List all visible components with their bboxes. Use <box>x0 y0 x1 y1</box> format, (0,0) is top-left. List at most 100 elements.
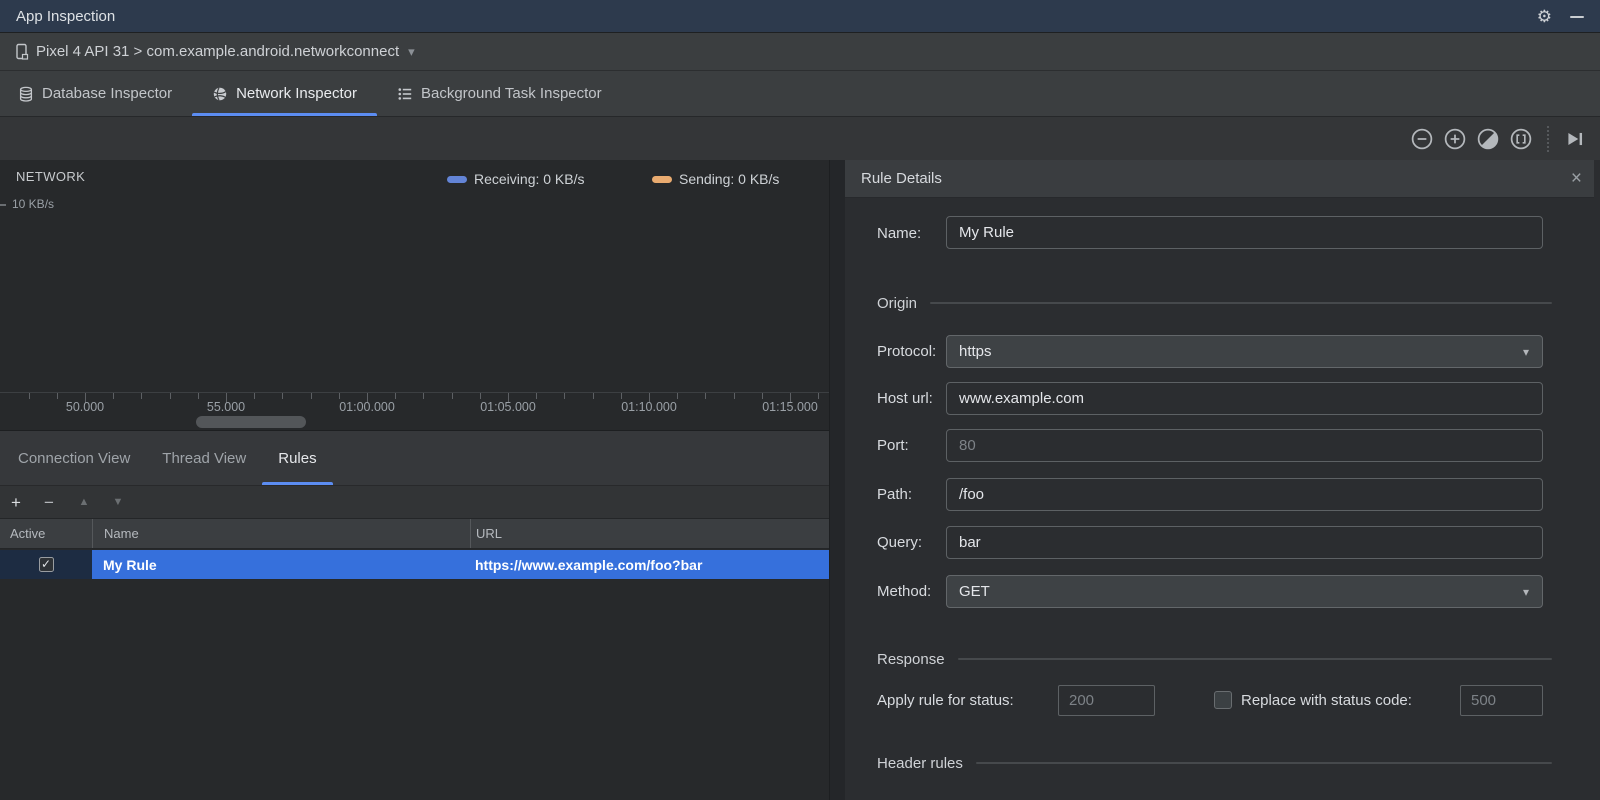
axis-tick-label: 01:10.000 <box>621 400 677 414</box>
query-label: Query: <box>877 534 923 551</box>
path-label: Path: <box>877 486 913 503</box>
axis-tick <box>592 393 594 399</box>
axis-tick <box>761 393 763 399</box>
axis-tick-label: 01:05.000 <box>480 400 536 414</box>
minimize-icon[interactable] <box>1570 15 1584 18</box>
protocol-value: https <box>959 343 992 360</box>
zoom-to-selection-icon[interactable] <box>1508 126 1534 152</box>
path-input[interactable] <box>946 478 1543 511</box>
inspector-tabs-bar: Database Inspector Network Inspector Bac… <box>0 71 1600 116</box>
rules-toolbar: + − ▲ ▼ <box>0 485 829 518</box>
check-icon: ✓ <box>40 557 52 571</box>
panel-splitter[interactable] <box>829 160 845 800</box>
name-label: Name: <box>877 225 922 242</box>
replace-status-checkbox[interactable] <box>1214 691 1232 709</box>
rule-name: My Rule <box>103 556 157 573</box>
protocol-select[interactable]: https ▾ <box>946 335 1543 368</box>
column-header-url[interactable]: URL <box>470 519 829 548</box>
rule-active-cell: ✓ <box>0 550 92 579</box>
apply-status-input[interactable] <box>1058 685 1155 716</box>
host-label: Host url: <box>877 390 933 407</box>
rule-url: https://www.example.com/foo?bar <box>475 556 703 573</box>
axis-tick <box>141 393 143 399</box>
origin-section-header: Origin <box>877 291 1552 315</box>
device-process-bar[interactable]: Pixel 4 API 31 > com.example.android.net… <box>0 33 1600 71</box>
replace-status-label: Replace with status code: <box>1241 692 1412 709</box>
header-rules-section-header: Header rules <box>877 751 1552 775</box>
axis-tick <box>395 393 397 399</box>
port-input[interactable] <box>946 429 1543 462</box>
view-tabs-bar: Connection View Thread View Rules <box>0 431 829 485</box>
axis-tick <box>423 393 425 399</box>
tab-rules[interactable]: Rules <box>262 431 333 485</box>
tab-thread-view[interactable]: Thread View <box>146 431 262 485</box>
origin-section-label: Origin <box>877 294 918 312</box>
axis-tick-label: 01:15.000 <box>762 400 818 414</box>
app-inspection-window: App Inspection ⚙ Pixel 4 API 31 > com.ex… <box>0 0 1600 800</box>
section-divider <box>975 762 1552 764</box>
time-axis: 50.000 55.000 01:00.000 01:05.000 01:10.000 0… <box>0 392 829 416</box>
tab-connection-view[interactable]: Connection View <box>2 431 146 485</box>
move-down-icon[interactable]: ▼ <box>110 496 126 508</box>
axis-tick <box>338 393 340 399</box>
tab-label: Background Task Inspector <box>420 85 602 102</box>
axis-tick <box>282 393 284 399</box>
y-axis-tick <box>0 204 6 206</box>
header-rules-section-label: Header rules <box>877 754 963 772</box>
close-icon[interactable]: × <box>1571 169 1582 188</box>
legend-label: Receiving: 0 KB/s <box>474 171 585 187</box>
section-divider <box>957 658 1552 660</box>
method-select[interactable]: GET ▾ <box>946 575 1543 608</box>
database-icon <box>19 86 33 102</box>
network-chart-panel: NETWORK Receiving: 0 KB/s Sending: 0 KB/… <box>0 160 829 800</box>
jump-to-live-icon[interactable] <box>1562 126 1588 152</box>
replace-status-input[interactable] <box>1460 685 1543 716</box>
axis-tick <box>28 393 30 399</box>
globe-icon <box>213 87 227 100</box>
rule-url-cell: https://www.example.com/foo?bar <box>470 550 829 579</box>
apply-status-label: Apply rule for status: <box>877 692 1014 709</box>
rules-section: Connection View Thread View Rules + − ▲ … <box>0 430 829 800</box>
axis-tick <box>564 393 566 399</box>
tab-label: Thread View <box>162 449 247 467</box>
method-label: Method: <box>877 583 932 600</box>
protocol-label: Protocol: <box>877 343 937 360</box>
column-header-active[interactable]: Active <box>0 519 92 548</box>
timeline-scrollbar-thumb[interactable] <box>196 416 306 428</box>
zoom-in-icon[interactable] <box>1442 126 1468 152</box>
column-header-name[interactable]: Name <box>92 519 470 548</box>
axis-tick <box>677 393 679 399</box>
window-title: App Inspection <box>16 7 116 25</box>
name-input[interactable] <box>946 216 1543 249</box>
axis-tick <box>254 393 256 399</box>
chart-title: NETWORK <box>16 169 86 184</box>
query-input[interactable] <box>946 526 1543 559</box>
response-section-header: Response <box>877 647 1552 671</box>
tab-database-inspector[interactable]: Database Inspector <box>0 71 192 116</box>
legend-sending: Sending: 0 KB/s <box>652 170 779 188</box>
remove-rule-icon[interactable]: − <box>41 494 57 511</box>
zoom-out-icon[interactable] <box>1409 126 1435 152</box>
axis-tick-label: 50.000 <box>65 400 105 414</box>
legend-label: Sending: 0 KB/s <box>679 171 780 187</box>
add-rule-icon[interactable]: + <box>8 494 24 511</box>
axis-tick <box>197 393 199 399</box>
axis-tick <box>169 393 171 399</box>
axis-tick <box>451 393 453 399</box>
move-up-icon[interactable]: ▲ <box>76 496 92 508</box>
task-list-icon <box>398 87 412 100</box>
table-row[interactable]: ✓ My Rule https://www.example.com/foo?ba… <box>0 550 829 579</box>
panel-title: Rule Details <box>861 170 942 187</box>
rule-active-checkbox[interactable]: ✓ <box>38 557 54 572</box>
rule-details-panel: Rule Details × Name: Origin Protocol: ht… <box>845 160 1594 800</box>
tab-label: Rules <box>278 449 317 467</box>
tab-network-inspector[interactable]: Network Inspector <box>192 71 377 116</box>
settings-gear-icon[interactable]: ⚙ <box>1537 8 1552 25</box>
timeline-toolbar <box>0 116 1600 160</box>
tab-background-task-inspector[interactable]: Background Task Inspector <box>377 71 622 116</box>
chevron-down-icon: ▾ <box>408 43 415 59</box>
host-input[interactable] <box>946 382 1543 415</box>
rules-table-header: Active Name URL <box>0 518 829 549</box>
axis-tick <box>56 393 58 399</box>
reset-zoom-icon[interactable] <box>1475 126 1501 152</box>
